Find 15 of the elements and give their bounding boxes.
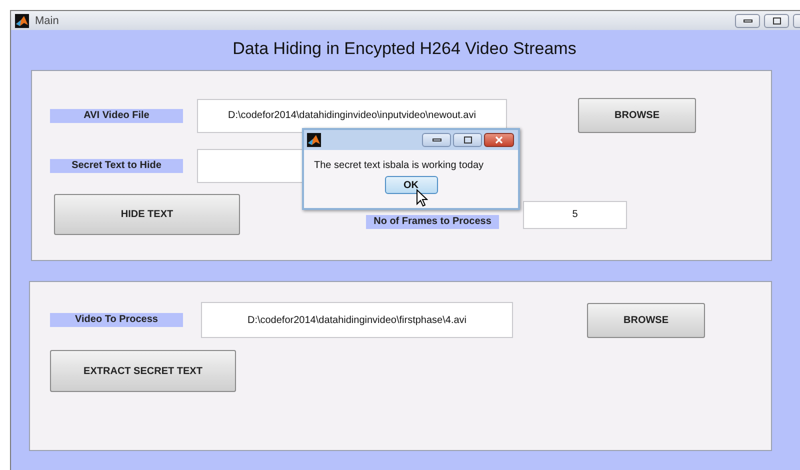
video-file-field[interactable]: D:\codefor2014\datahidinginvideo\inputvideo\newout.avi [197,98,507,132]
field-label: Secret Text to Hide [50,159,183,173]
field-label: Video To Process [50,313,183,327]
app-heading: Data Hiding in Encypted H264 Video Streams [232,39,578,59]
browse-button[interactable]: BROWSE [587,302,705,338]
ok-button[interactable]: OK [384,176,438,194]
field-label: AVI Video File [50,108,183,122]
field-label: No of Frames to Process [366,215,499,229]
window-title: Main [35,14,59,26]
frames-field[interactable]: 5 [523,200,627,228]
hide-text-button[interactable]: HIDE TEXT [54,194,240,235]
dialog-message: The secret text isbala is working today [314,160,485,171]
browse-button[interactable]: BROWSE [578,98,696,133]
video-process-field[interactable]: D:\codefor2014\datahidinginvideo\firstphase\4.avi [201,302,513,338]
extract-text-button[interactable]: EXTRACT SECRET TEXT [50,350,236,392]
